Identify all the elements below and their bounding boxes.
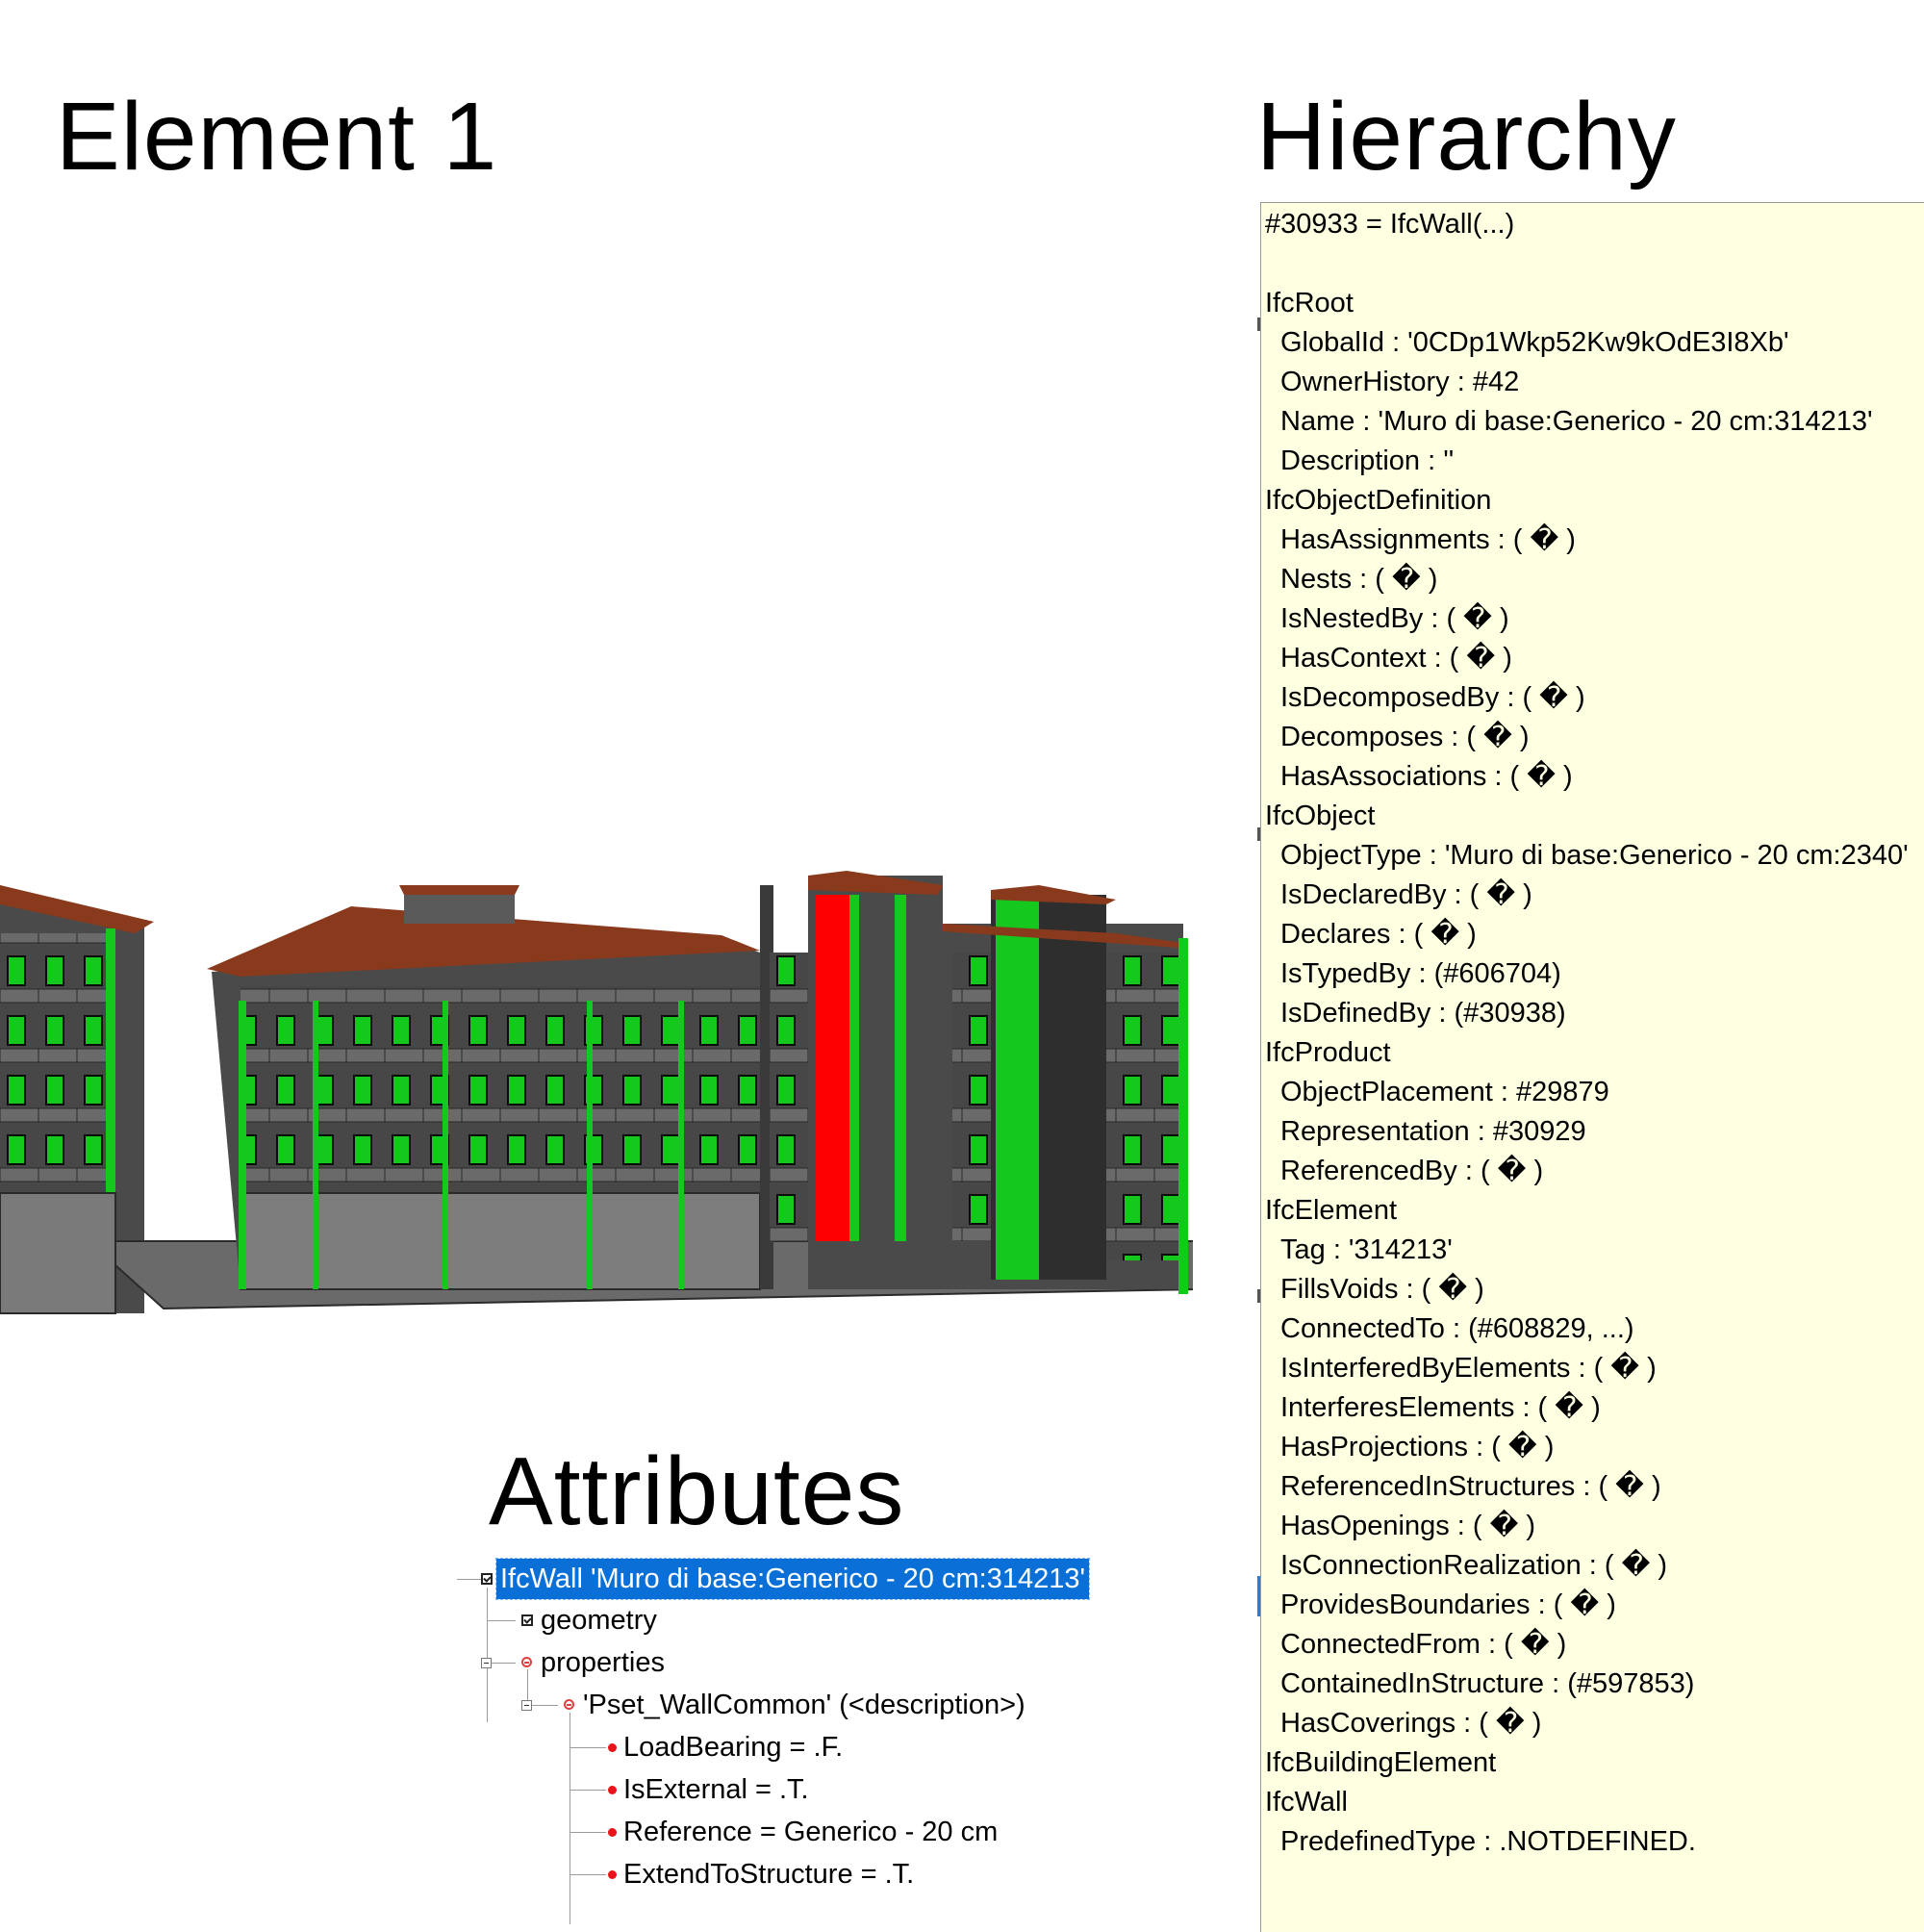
hierarchy-attribute-line: InterferesElements : ( � ) <box>1280 1392 1601 1423</box>
hierarchy-attribute-line: ObjectPlacement : #29879 <box>1280 1077 1609 1107</box>
hierarchy-class-line: IfcBuildingElement <box>1265 1747 1497 1778</box>
hierarchy-attribute-line: HasOpenings : ( � ) <box>1280 1511 1536 1541</box>
tree-connector <box>487 1620 516 1621</box>
collapse-toggle-icon[interactable] <box>481 1658 492 1668</box>
property-bullet-icon <box>608 1786 617 1794</box>
hierarchy-attribute-line: Declares : ( � ) <box>1280 919 1477 950</box>
hierarchy-attribute-line: OwnerHistory : #42 <box>1280 367 1520 397</box>
property-set-icon <box>564 1699 574 1710</box>
hierarchy-attribute-line: GlobalId : '0CDp1Wkp52Kw9kOdE3I8Xb' <box>1280 327 1789 358</box>
tree-item-property[interactable]: ExtendToStructure = .T. <box>620 1854 918 1894</box>
hierarchy-attribute-line: ObjectType : 'Muro di base:Generico - 20… <box>1280 840 1909 871</box>
hierarchy-attribute-line: FillsVoids : ( � ) <box>1280 1274 1484 1305</box>
tree-connector <box>570 1747 606 1748</box>
hierarchy-attribute-line: ReferencedInStructures : ( � ) <box>1280 1471 1661 1502</box>
hierarchy-attribute-line: Decomposes : ( � ) <box>1280 722 1530 752</box>
tree-item-property[interactable]: LoadBearing = .F. <box>620 1727 847 1767</box>
hierarchy-tooltip-panel: #30933 = IfcWall(...) IfcRoot GlobalId : '… <box>1260 202 1924 1932</box>
hierarchy-class-line: IfcElement <box>1265 1195 1397 1226</box>
hierarchy-attribute-line: IsDecomposedBy : ( � ) <box>1280 682 1585 713</box>
model-viewport[interactable] <box>0 827 1199 1328</box>
building-model <box>0 871 1199 1314</box>
checkbox-icon[interactable] <box>481 1573 493 1585</box>
property-label: Reference = Generico - 20 cm <box>623 1817 999 1847</box>
property-label: LoadBearing = .F. <box>623 1732 844 1763</box>
tree-item-pset-wallcommon[interactable]: 'Pset_WallCommon' (<description>) <box>579 1685 1029 1725</box>
hierarchy-attribute-line: Nests : ( � ) <box>1280 564 1438 595</box>
tree-item-label: properties <box>541 1647 665 1678</box>
hierarchy-attribute-line: IsDefinedBy : (#30938) <box>1280 998 1566 1029</box>
hierarchy-title: Hierarchy <box>1256 83 1677 191</box>
hierarchy-class-line: IfcObject <box>1265 801 1376 831</box>
tree-item-properties[interactable]: properties <box>537 1642 669 1683</box>
hierarchy-attribute-line: HasAssignments : ( � ) <box>1280 524 1576 555</box>
tree-connector <box>457 1579 481 1580</box>
hierarchy-attribute-line: IsConnectionRealization : ( � ) <box>1280 1550 1668 1581</box>
hierarchy-attribute-line: Name : 'Muro di base:Generico - 20 cm:31… <box>1280 406 1873 437</box>
hierarchy-attribute-line: ConnectedTo : (#608829, ...) <box>1280 1313 1634 1344</box>
tree-item-geometry[interactable]: geometry <box>537 1600 661 1640</box>
checkbox-icon[interactable] <box>521 1614 533 1626</box>
collapse-toggle-icon[interactable] <box>521 1700 532 1711</box>
attributes-title: Attributes <box>489 1437 905 1545</box>
hierarchy-attribute-line: IsTypedBy : (#606704) <box>1280 958 1561 989</box>
tree-connector <box>570 1832 606 1833</box>
tree-connector <box>570 1790 606 1791</box>
hierarchy-attribute-line: HasCoverings : ( � ) <box>1280 1708 1542 1739</box>
hierarchy-class-line: IfcWall <box>1265 1787 1348 1818</box>
property-set-icon <box>521 1657 532 1667</box>
hierarchy-attribute-line: IsDeclaredBy : ( � ) <box>1280 879 1532 910</box>
property-bullet-icon <box>608 1870 617 1879</box>
hierarchy-attribute-line: Representation : #30929 <box>1280 1116 1586 1147</box>
hierarchy-attribute-line: Tag : '314213' <box>1280 1234 1453 1265</box>
hierarchy-attribute-line: ReferencedBy : ( � ) <box>1280 1156 1544 1186</box>
element-title: Element 1 <box>56 83 498 191</box>
hierarchy-attribute-line: PredefinedType : .NOTDEFINED. <box>1280 1826 1696 1857</box>
tree-item-label: geometry <box>541 1605 657 1636</box>
property-label: ExtendToStructure = .T. <box>623 1859 915 1890</box>
hierarchy-attribute-line: HasContext : ( � ) <box>1280 643 1512 674</box>
property-bullet-icon <box>608 1828 617 1837</box>
hierarchy-attribute-line: ContainedInStructure : (#597853) <box>1280 1668 1695 1699</box>
tree-connector <box>570 1874 606 1875</box>
hierarchy-class-line: IfcObjectDefinition <box>1265 485 1492 516</box>
property-bullet-icon <box>608 1743 617 1752</box>
hierarchy-class-line: #30933 = IfcWall(...) <box>1265 209 1515 240</box>
tree-connector <box>487 1588 488 1722</box>
hierarchy-class-line: IfcProduct <box>1265 1037 1391 1068</box>
hierarchy-attribute-line: Description : '' <box>1280 445 1455 476</box>
hierarchy-attribute-line: HasAssociations : ( � ) <box>1280 761 1573 792</box>
tree-item-label: IfcWall 'Muro di base:Generico - 20 cm:3… <box>495 1558 1090 1600</box>
hierarchy-class-line: IfcRoot <box>1265 288 1354 318</box>
hierarchy-attribute-line: ConnectedFrom : ( � ) <box>1280 1629 1567 1660</box>
attributes-tree[interactable]: IfcWall 'Muro di base:Generico - 20 cm:3… <box>452 1558 1222 1932</box>
property-label: IsExternal = .T. <box>623 1774 809 1805</box>
tree-item-ifcwall[interactable]: IfcWall 'Muro di base:Generico - 20 cm:3… <box>495 1558 1090 1600</box>
hierarchy-attribute-line: IsInterferedByElements : ( � ) <box>1280 1353 1657 1384</box>
tree-item-property[interactable]: Reference = Generico - 20 cm <box>620 1812 1001 1852</box>
tree-item-property[interactable]: IsExternal = .T. <box>620 1769 813 1810</box>
hierarchy-attribute-line: HasProjections : ( � ) <box>1280 1432 1555 1462</box>
hierarchy-attribute-line: IsNestedBy : ( � ) <box>1280 603 1509 634</box>
tree-item-label: 'Pset_WallCommon' (<description>) <box>583 1690 1025 1720</box>
hierarchy-attribute-line: ProvidesBoundaries : ( � ) <box>1280 1589 1616 1620</box>
